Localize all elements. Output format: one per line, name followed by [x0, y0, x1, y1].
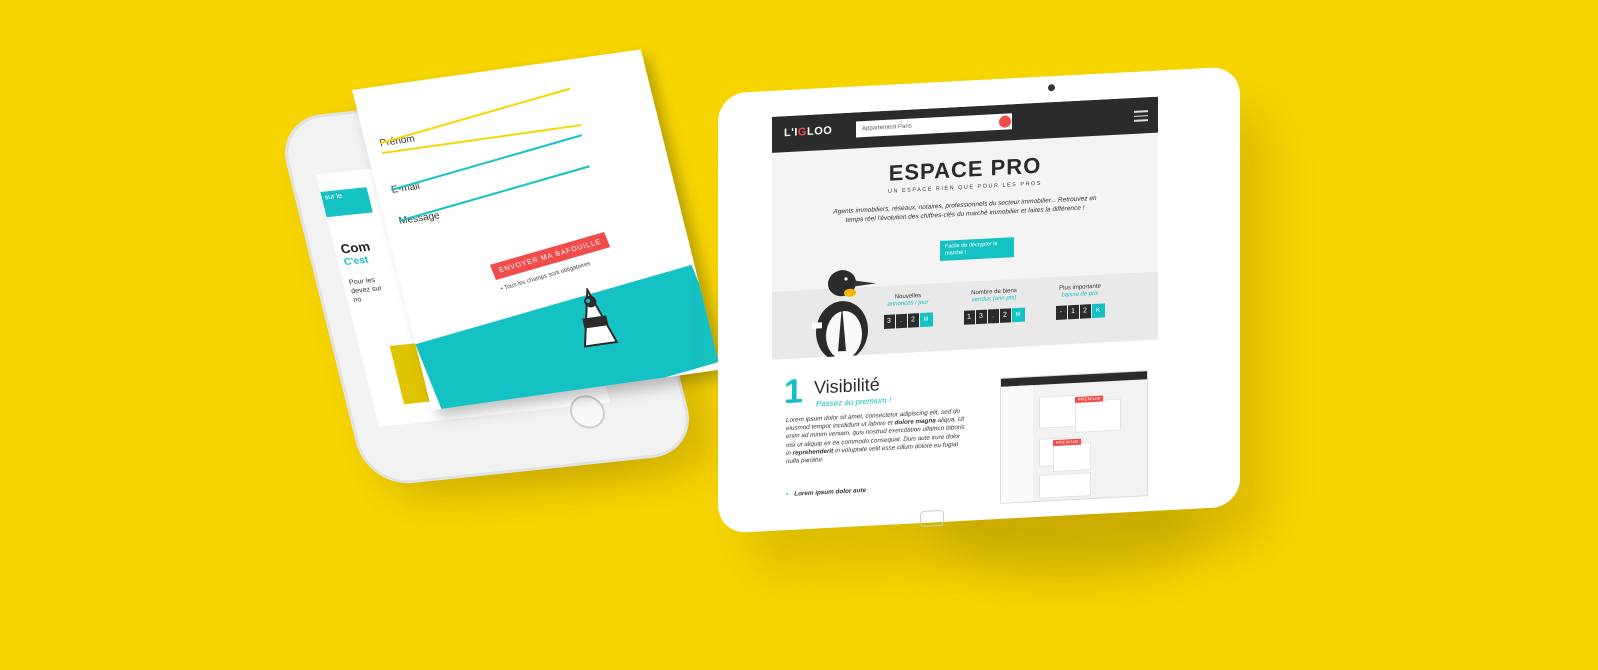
igloo-logo[interactable]: L'IGLOO — [784, 125, 832, 140]
hamburger-icon[interactable] — [1134, 110, 1148, 122]
stat-new-listings: Nouvelles annonces / jour 3 . 2 M — [872, 292, 944, 330]
section-body: Lorem ipsum dolor sit amet, consectetur … — [786, 408, 966, 467]
mockup-card — [1053, 442, 1091, 473]
counter-digit: 2 — [1079, 304, 1091, 319]
body-bold: reprehenderit — [792, 447, 834, 457]
stat-counter: 1 3 . 2 M — [958, 307, 1030, 325]
stat-label: Nombre de biens vendus (ann pts) — [958, 287, 1030, 305]
intro-text: Agents immobiliers, réseaux, notaires, p… — [833, 194, 1097, 224]
premium-mockup: L'IGLOO PREMIUM PREMIUM — [1000, 370, 1148, 504]
mockup-card-premium — [1075, 398, 1121, 433]
logo-suffix: LOO — [806, 124, 833, 139]
stat-sold-properties: Nombre de biens vendus (ann pts) 1 3 . 2 … — [958, 287, 1030, 325]
counter-digit: 1 — [963, 310, 975, 325]
visibility-section: 1 Visibilité Passez au premium ! Lorem i… — [772, 339, 1158, 517]
counter-digit: 1 — [1067, 304, 1079, 320]
mockup-sidebar — [1001, 385, 1033, 503]
search-input[interactable] — [856, 113, 1012, 138]
stat-counter: - 1 2 K — [1044, 303, 1116, 321]
logo-prefix: L'I — [784, 126, 798, 140]
counter-unit: K — [1091, 303, 1105, 319]
tablet-camera — [1048, 84, 1055, 92]
mockup-card — [1039, 472, 1091, 499]
mockup-navbar: L'IGLOO — [1001, 371, 1147, 393]
logo-accent: G — [797, 126, 807, 139]
stat-label-highlight: baisse de prix — [1061, 290, 1099, 299]
bullet-item: Lorem ipsum dolor aute — [786, 487, 866, 498]
counter-unit: M — [919, 312, 933, 328]
message-field[interactable] — [398, 165, 590, 222]
counter-digit: . — [895, 313, 907, 329]
phone-body-text: Pour les devez sur no — [348, 276, 383, 304]
counter-unit: M — [1011, 307, 1025, 323]
stat-biggest-drop: Plus importante baisse de prix - 1 2 K — [1044, 283, 1116, 321]
counter-digit: 3 — [975, 309, 987, 325]
phone-nav-tab[interactable]: sur le — [320, 187, 373, 218]
phone-subheading: C'est — [342, 254, 370, 269]
penguin-image — [812, 270, 876, 361]
speech-bubble: Facile de décrypter le marché ! — [940, 237, 1014, 262]
showcase-stage: sur le Com C'est Pour les devez sur no P… — [0, 0, 1598, 670]
home-button[interactable] — [920, 509, 944, 528]
counter-digit: - — [1055, 305, 1067, 320]
counter-digit: 2 — [907, 313, 919, 328]
counter-digit: 2 — [999, 308, 1011, 323]
stat-label: Nouvelles annonces / jour — [872, 292, 944, 310]
firstname-underline — [379, 87, 571, 145]
section-number: 1 — [784, 372, 803, 412]
tablet-device: L'IGLOO ESPACE PRO UN ESPACE RIEN QUE PO… — [718, 66, 1240, 534]
counter-digit: . — [987, 308, 999, 324]
section-title: Visibilité — [814, 374, 880, 398]
stat-label: Plus importante baisse de prix — [1044, 283, 1116, 301]
stat-counter: 3 . 2 M — [872, 312, 944, 330]
counter-digit: 3 — [883, 314, 895, 330]
email-field[interactable] — [390, 134, 583, 191]
top-navbar: L'IGLOO — [772, 96, 1158, 153]
stat-label-highlight: annonces / jour — [887, 299, 929, 308]
tablet-screen: L'IGLOO ESPACE PRO UN ESPACE RIEN QUE PO… — [772, 96, 1158, 517]
stat-label-highlight: vendus (ann pts) — [971, 295, 1017, 304]
